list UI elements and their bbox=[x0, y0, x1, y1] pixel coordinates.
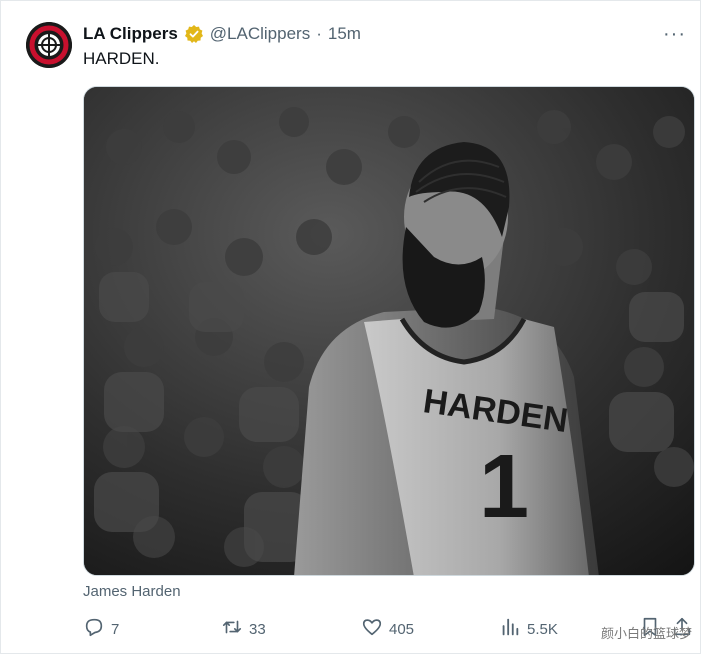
tweet-card[interactable]: LA Clippers @LAClippers · 15m ··· HARDEN… bbox=[0, 0, 701, 654]
separator-dot: · bbox=[316, 24, 322, 43]
more-options-button[interactable]: ··· bbox=[663, 23, 686, 46]
author-name[interactable]: LA Clippers bbox=[83, 24, 178, 44]
reply-count: 7 bbox=[111, 620, 120, 638]
author-handle[interactable]: @LAClippers bbox=[210, 24, 310, 44]
like-count: 405 bbox=[389, 620, 415, 638]
tweet-text: HARDEN. bbox=[83, 49, 160, 68]
repost-count: 33 bbox=[249, 620, 266, 638]
views-chart-icon bbox=[499, 616, 521, 642]
repost-button[interactable]: 33 bbox=[221, 615, 266, 643]
media-caption: James Harden bbox=[83, 583, 181, 600]
tweet-photo[interactable]: HARDEN 1 bbox=[83, 86, 695, 576]
like-button[interactable]: 405 bbox=[361, 615, 414, 643]
views-button[interactable]: 5.5K bbox=[499, 615, 558, 643]
reply-icon bbox=[83, 616, 105, 642]
jersey-number-text: 1 bbox=[479, 437, 529, 537]
reply-button[interactable]: 7 bbox=[83, 615, 119, 643]
views-count: 5.5K bbox=[527, 620, 558, 638]
heart-icon bbox=[361, 616, 383, 642]
author-avatar[interactable] bbox=[26, 22, 72, 68]
tweet-timestamp[interactable]: 15m bbox=[328, 24, 361, 44]
watermark-text: 颜小白的篮球梦 bbox=[600, 627, 692, 642]
verified-badge-icon bbox=[184, 24, 204, 44]
tweet-header: LA Clippers @LAClippers · 15m bbox=[83, 22, 361, 46]
repost-icon bbox=[221, 616, 243, 642]
